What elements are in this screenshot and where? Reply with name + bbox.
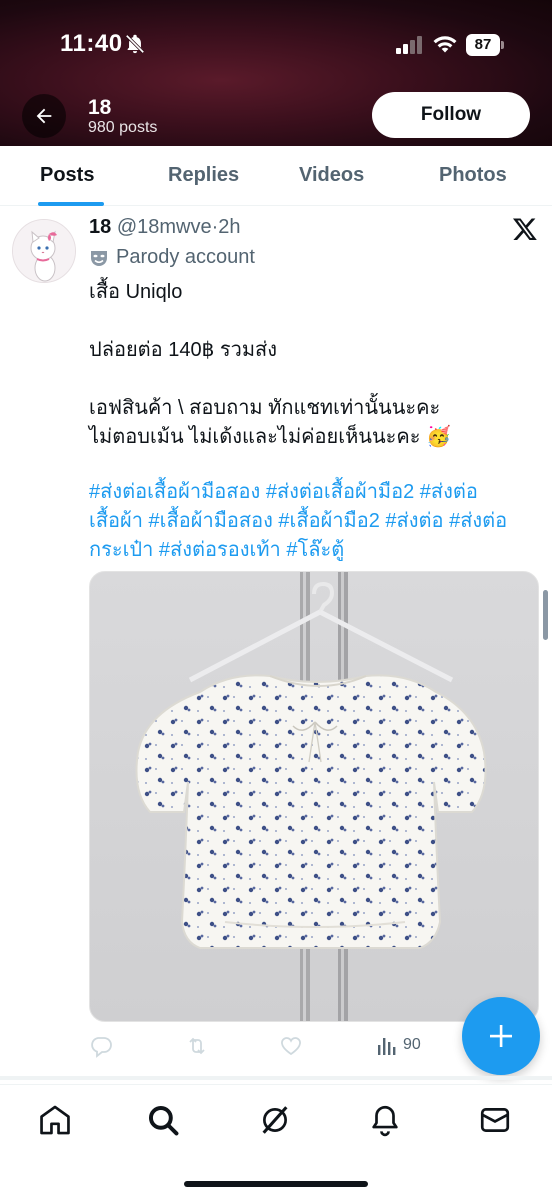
post-image[interactable] [89, 571, 539, 1022]
views-chart-icon[interactable] [375, 1034, 399, 1058]
tab-posts[interactable]: Posts [40, 164, 94, 187]
cat-avatar-image [13, 220, 75, 282]
reply-icon[interactable] [89, 1034, 113, 1058]
post-count: 980 posts [88, 119, 158, 136]
notifications-icon[interactable] [368, 1103, 402, 1137]
compose-button[interactable] [462, 997, 540, 1075]
search-icon[interactable] [146, 1103, 180, 1137]
profile-name: 18 [88, 96, 112, 119]
author-name[interactable]: 18 [89, 216, 111, 238]
plus-icon [490, 1025, 512, 1047]
tab-photos[interactable]: Photos [439, 164, 507, 187]
post-time[interactable]: 2h [218, 216, 240, 238]
parody-label: Parody account [89, 246, 255, 269]
post-text-line: ปล่อยต่อ 140฿ รวมส่ง [89, 339, 278, 361]
wifi-icon [433, 36, 457, 53]
repost-icon[interactable] [185, 1034, 209, 1058]
floral-blouse-photo [135, 572, 487, 1021]
post-text-blank [89, 365, 529, 394]
active-tab-indicator [38, 202, 104, 206]
views-count: 90 [403, 1036, 421, 1053]
post-text-blank [89, 307, 529, 336]
back-button[interactable] [22, 94, 66, 138]
scrollbar[interactable] [543, 590, 548, 640]
follow-button[interactable]: Follow [372, 92, 530, 138]
post-header: 18 @18mwve·2h [89, 216, 241, 239]
x-logo-icon[interactable] [512, 216, 538, 242]
profile-tabs: Posts Replies Videos Photos [0, 146, 552, 206]
battery-icon: 87 [466, 34, 504, 56]
battery-level: 87 [466, 34, 500, 56]
profile-header: 11:40 87 18 980 posts Follow [0, 0, 552, 146]
tab-replies[interactable]: Replies [168, 164, 239, 187]
status-time: 11:40 [60, 30, 123, 57]
post-hashtags[interactable]: #ส่งต่อเสื้อผ้ามือสอง #ส่งต่อเสื้อผ้ามือ… [89, 478, 529, 565]
bell-off-icon [125, 34, 145, 54]
author-handle[interactable]: @18mwve [117, 216, 212, 238]
parody-label-text: Parody account [116, 246, 255, 268]
arrow-left-icon [36, 108, 52, 124]
parody-mask-icon [91, 250, 107, 266]
heart-icon[interactable] [279, 1034, 303, 1058]
grok-icon[interactable] [258, 1103, 292, 1137]
post-text-line: ไม่ตอบเม้น ไม่เด้งและไม่ค่อยเห็นนะคะ 🥳 [89, 426, 451, 448]
cellular-signal-icon [396, 36, 422, 54]
messages-icon[interactable] [478, 1103, 512, 1137]
post-text: เสื้อ Uniqlo ปล่อยต่อ 140฿ รวมส่ง เอฟสิน… [89, 278, 529, 452]
feed-divider [0, 1076, 552, 1080]
home-indicator[interactable] [184, 1181, 368, 1187]
tab-videos[interactable]: Videos [299, 164, 364, 187]
post-text-line: เสื้อ Uniqlo [89, 281, 183, 303]
home-icon[interactable] [38, 1103, 72, 1137]
status-bar: 11:40 87 [0, 0, 552, 90]
avatar[interactable] [12, 219, 76, 283]
post-text-line: เอฟสินค้า \ สอบถาม ทักแชทเท่านั้นนะคะ [89, 397, 441, 419]
